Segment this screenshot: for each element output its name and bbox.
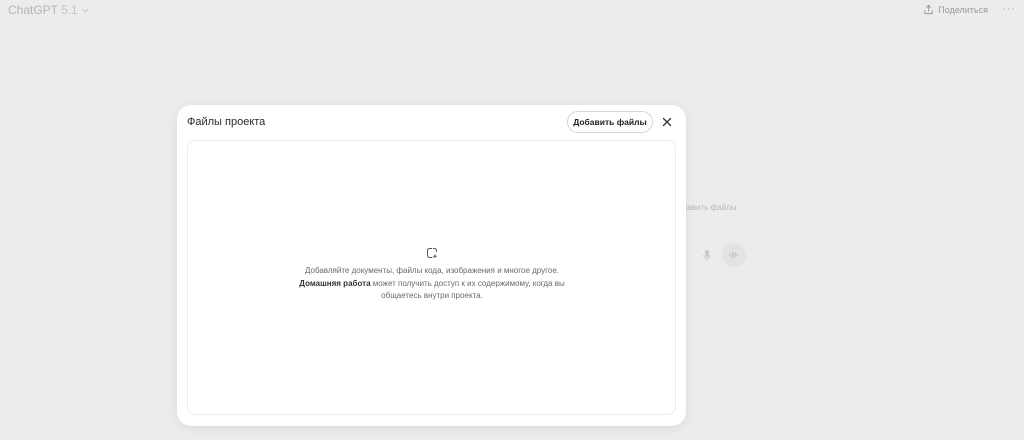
add-file-icon <box>427 248 437 258</box>
drop-zone-description: Добавляйте документы, файлы кода, изобра… <box>298 265 566 303</box>
chevron-down-icon <box>82 8 89 13</box>
project-name: Домашняя работа <box>299 278 371 288</box>
share-icon <box>924 4 933 15</box>
file-drop-zone[interactable]: Добавляйте документы, файлы кода, изобра… <box>187 140 676 415</box>
model-name: ChatGPT <box>8 3 59 17</box>
model-version: 5.1 <box>61 3 78 17</box>
close-button[interactable] <box>660 115 674 129</box>
drop-text-after: может получить доступ к их содержимому, … <box>372 278 565 301</box>
add-files-button[interactable]: Добавить файлы <box>567 111 653 133</box>
microphone-icon <box>703 250 711 261</box>
drop-text-before: Добавляйте документы, файлы кода, изобра… <box>304 266 560 275</box>
project-files-dialog: Файлы проекта Добавить файлы Добавляйте … <box>177 105 686 426</box>
voice-wave-icon <box>729 251 739 259</box>
share-label: Поделиться <box>938 4 988 15</box>
background-add-files-text: бавить файлы <box>683 203 737 212</box>
share-button[interactable]: Поделиться <box>923 4 988 15</box>
close-icon <box>662 117 672 127</box>
more-options-button[interactable]: ··· <box>1002 3 1016 15</box>
voice-mode-button <box>722 243 746 267</box>
dialog-title: Файлы проекта <box>187 116 266 128</box>
top-bar: ChatGPT 5.1 Поделиться ··· <box>0 0 1024 22</box>
model-selector[interactable]: ChatGPT 5.1 <box>8 3 90 17</box>
